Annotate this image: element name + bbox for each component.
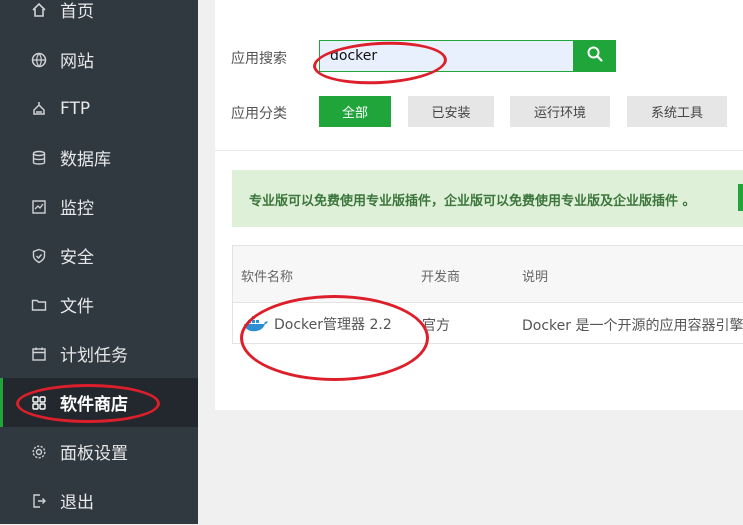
- software-description: Docker 是一个开源的应用容器引擎: [522, 318, 743, 334]
- category-label: 应用分类: [231, 106, 287, 122]
- sidebar-item-settings[interactable]: 面板设置: [0, 427, 198, 476]
- grid-icon: [30, 394, 48, 412]
- sidebar-item-label: 计划任务: [60, 346, 128, 366]
- search-input[interactable]: docker: [319, 40, 574, 72]
- sidebar-item-app-store[interactable]: 软件商店: [0, 378, 198, 427]
- folder-icon: [30, 296, 48, 314]
- search-icon: [586, 45, 604, 67]
- shield-icon: [30, 247, 48, 265]
- edition-notice: 专业版可以免费使用专业版插件，企业版可以免费使用专业版及企业版插件 。: [232, 170, 743, 227]
- top-panel: [215, 0, 743, 17]
- software-name[interactable]: Docker管理器 2.2: [274, 314, 392, 334]
- sidebar-item-home[interactable]: 首页: [0, 0, 198, 34]
- docker-whale-icon: [243, 315, 269, 337]
- sidebar-item-label: 退出: [60, 493, 94, 513]
- sidebar-item-label: 软件商店: [60, 395, 128, 415]
- sidebar-item-label: FTP: [60, 98, 91, 119]
- sidebar-item-label: 文件: [60, 297, 94, 317]
- sidebar-item-website[interactable]: 网站: [0, 35, 198, 84]
- sidebar-item-monitor[interactable]: 监控: [0, 182, 198, 231]
- notice-text: 专业版可以免费使用专业版插件，企业版可以免费使用专业版及企业版插件 。: [249, 194, 696, 209]
- sidebar-item-security[interactable]: 安全: [0, 231, 198, 280]
- home-icon: [30, 1, 48, 19]
- column-header-description: 说明: [522, 270, 549, 285]
- sidebar-item-ftp[interactable]: FTP: [0, 84, 198, 133]
- table-header: 软件名称 开发商 说明: [233, 246, 743, 303]
- database-icon: [30, 149, 48, 167]
- category-runtime-button[interactable]: 运行环境: [510, 96, 610, 127]
- software-vendor: 官方: [422, 318, 450, 334]
- calendar-icon: [30, 345, 48, 363]
- sidebar-item-label: 网站: [60, 52, 94, 72]
- divider: [215, 150, 743, 151]
- sidebar-item-files[interactable]: 文件: [0, 280, 198, 329]
- gear-icon: [30, 443, 48, 461]
- logout-icon: [30, 492, 48, 510]
- column-header-vendor: 开发商: [421, 270, 461, 285]
- sidebar-item-label: 面板设置: [60, 444, 128, 464]
- category-installed-button[interactable]: 已安装: [408, 96, 494, 127]
- ftp-icon: [30, 100, 48, 118]
- category-system-tools-button[interactable]: 系统工具: [627, 96, 727, 127]
- sidebar-item-database[interactable]: 数据库: [0, 133, 198, 182]
- search-label: 应用搜索: [231, 51, 287, 67]
- notice-action-button[interactable]: [738, 184, 743, 211]
- sidebar-item-label: 安全: [60, 248, 94, 268]
- sidebar-item-label: 监控: [60, 199, 94, 219]
- sidebar-item-logout[interactable]: 退出: [0, 476, 198, 525]
- sidebar-item-cron[interactable]: 计划任务: [0, 329, 198, 378]
- sidebar-item-label: 数据库: [60, 150, 111, 170]
- monitor-icon: [30, 198, 48, 216]
- sidebar: 首页 网站 FTP 数据库 监控 安全 文件 计划任务 软件商店 面板设置 退出: [0, 0, 198, 524]
- category-all-button[interactable]: 全部: [319, 96, 391, 127]
- globe-icon: [30, 51, 48, 69]
- sidebar-item-label: 首页: [60, 2, 94, 22]
- search-button[interactable]: [574, 40, 616, 72]
- column-header-name: 软件名称: [241, 270, 294, 285]
